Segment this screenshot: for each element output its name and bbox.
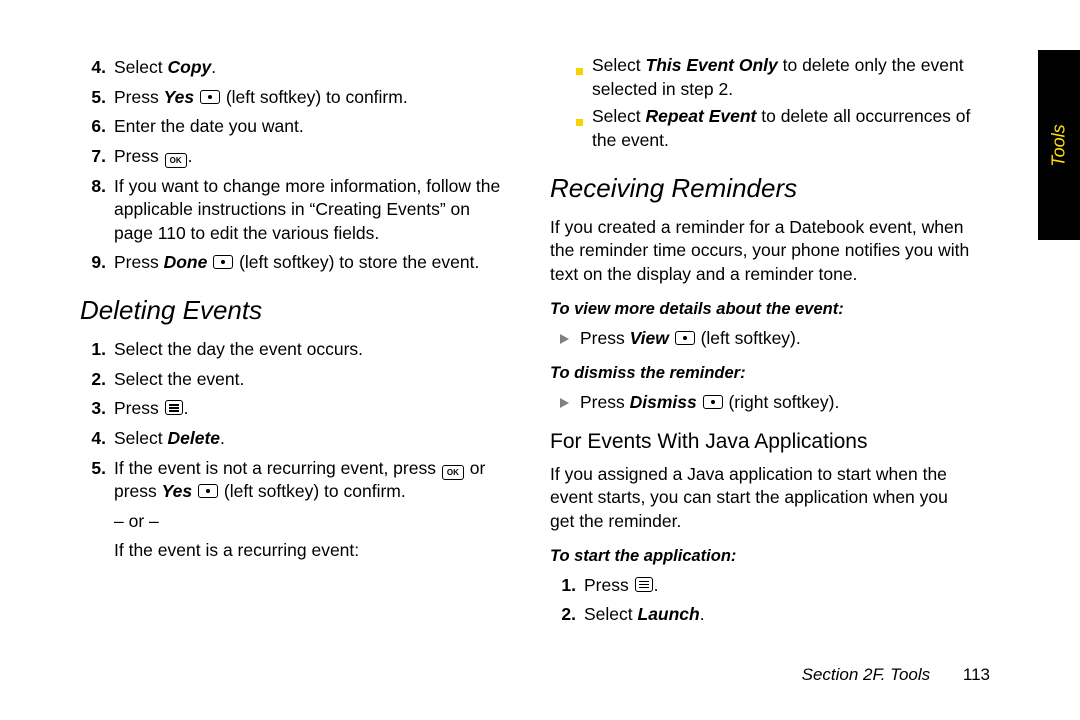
emphasis-text: View (630, 328, 669, 348)
arrow-icon (560, 398, 569, 408)
emphasis-text: This Event Only (646, 55, 778, 75)
softkey-icon (703, 395, 723, 409)
step-number: 7. (80, 145, 114, 169)
list-item: 2. Select the event. (80, 368, 505, 392)
list-item: 5. If the event is not a recurring event… (80, 457, 505, 504)
bullet-body: Select This Event Only to delete only th… (592, 54, 975, 101)
page-number: 113 (963, 665, 990, 684)
step-body: If the event is not a recurring event, p… (114, 457, 505, 504)
emphasis-text: Delete (168, 428, 221, 448)
ok-icon: OK (165, 153, 187, 168)
menu-icon (165, 400, 183, 415)
emphasis-text: Repeat Event (646, 106, 757, 126)
sub-start-app: To start the application: (550, 545, 975, 567)
step-number: 2. (550, 603, 584, 627)
list-item: 5. Press Yes (left softkey) to confirm. (80, 86, 505, 110)
heading-receiving-reminders: Receiving Reminders (550, 171, 975, 206)
emphasis-text: Yes (164, 87, 195, 107)
step-body: Select the day the event occurs. (114, 338, 505, 362)
softkey-icon (200, 90, 220, 104)
sub-view-details: To view more details about the event: (550, 298, 975, 320)
page: 4. Select Copy. 5. Press Yes (left softk… (0, 0, 1080, 720)
list-item: Select Repeat Event to delete all occurr… (576, 105, 975, 152)
list-item: 1. Press . (550, 574, 975, 598)
list-item: 3. Press . (80, 397, 505, 421)
paragraph: If you assigned a Java application to st… (550, 463, 975, 534)
arrow-icon (560, 334, 569, 344)
left-column: 4. Select Copy. 5. Press Yes (left softk… (80, 50, 505, 633)
paragraph: If you created a reminder for a Datebook… (550, 216, 975, 287)
list-item: Select This Event Only to delete only th… (576, 54, 975, 101)
step-number: 9. (80, 251, 114, 275)
list-item: 9. Press Done (left softkey) to store th… (80, 251, 505, 275)
emphasis-text: Done (164, 252, 208, 272)
or-line: – or – (80, 510, 505, 534)
step-number: 4. (80, 427, 114, 451)
menu-icon (635, 577, 653, 592)
list-item: 7. Press OK. (80, 145, 505, 169)
step-body: Select Launch. (584, 603, 975, 627)
step-body: Press Yes (left softkey) to confirm. (114, 86, 505, 110)
heading-java-apps: For Events With Java Applications (550, 428, 975, 456)
step-body: Press OK. (114, 145, 505, 169)
sub-dismiss: To dismiss the reminder: (550, 362, 975, 384)
step-body: Press . (114, 397, 505, 421)
step-body: Select the event. (114, 368, 505, 392)
emphasis-text: Yes (162, 481, 193, 501)
arrow-item: Press Dismiss (right softkey). (560, 391, 975, 415)
step-number: 1. (550, 574, 584, 598)
bullet-body: Select Repeat Event to delete all occurr… (592, 105, 975, 152)
arrow-item: Press View (left softkey). (560, 327, 975, 351)
page-footer: Section 2F. Tools 113 (802, 665, 990, 685)
ok-icon: OK (442, 465, 464, 480)
list-item: 8. If you want to change more informatio… (80, 175, 505, 246)
step-number: 5. (80, 86, 114, 110)
list-item: 1. Select the day the event occurs. (80, 338, 505, 362)
list-item: 4. Select Delete. (80, 427, 505, 451)
right-column: Select This Event Only to delete only th… (550, 50, 975, 633)
step-body: Press . (584, 574, 975, 598)
square-bullet-icon (576, 119, 583, 126)
step-number: 2. (80, 368, 114, 392)
softkey-icon (198, 484, 218, 498)
step-number: 8. (80, 175, 114, 246)
step-number: 1. (80, 338, 114, 362)
step-number: 6. (80, 115, 114, 139)
list-item: 6. Enter the date you want. (80, 115, 505, 139)
emphasis-text: Launch (638, 604, 700, 624)
step-number: 5. (80, 457, 114, 504)
heading-deleting-events: Deleting Events (80, 293, 505, 328)
side-tab-tools: Tools (1038, 50, 1080, 240)
softkey-icon (675, 331, 695, 345)
side-tab-label: Tools (1049, 124, 1070, 166)
emphasis-text: Dismiss (630, 392, 697, 412)
step-number: 3. (80, 397, 114, 421)
step-body: Press Done (left softkey) to store the e… (114, 251, 505, 275)
step-body: If you want to change more information, … (114, 175, 505, 246)
list-item: 4. Select Copy. (80, 56, 505, 80)
step-body: Select Copy. (114, 56, 505, 80)
step-body: Enter the date you want. (114, 115, 505, 139)
list-item: 2. Select Launch. (550, 603, 975, 627)
recur-line: If the event is a recurring event: (80, 539, 505, 563)
softkey-icon (213, 255, 233, 269)
emphasis-text: Copy (168, 57, 212, 77)
step-body: Select Delete. (114, 427, 505, 451)
square-bullet-icon (576, 68, 583, 75)
step-number: 4. (80, 56, 114, 80)
footer-section: Section 2F. Tools (802, 665, 931, 684)
